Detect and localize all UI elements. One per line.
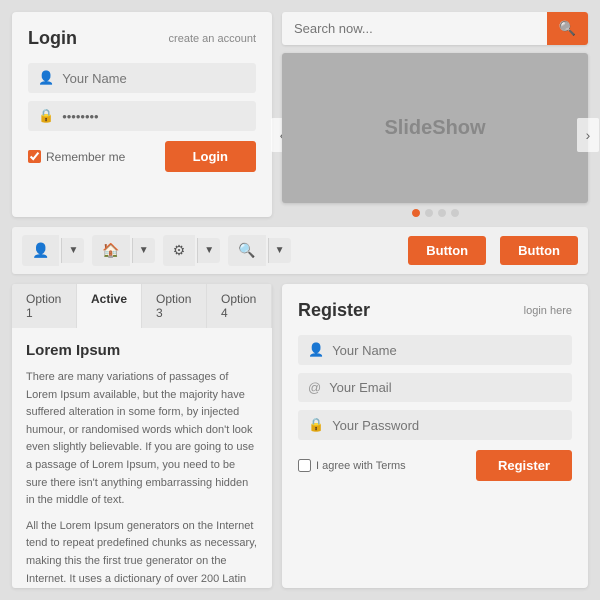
login-footer: Remember me Login [28,141,256,172]
toolbar-settings-group: ⚙ ▼ [163,235,220,266]
agree-terms-label[interactable]: I agree with Terms [298,459,406,472]
slideshow: SlideShow [282,53,588,203]
remember-me-text: Remember me [46,150,125,164]
remember-me-checkbox[interactable] [28,150,41,163]
register-button[interactable]: Register [476,450,572,481]
remember-me-label[interactable]: Remember me [28,150,125,164]
tabs: Option 1 Active Option 3 Option 4 [12,284,272,328]
toolbar-home-dropdown[interactable]: ▼ [132,238,155,263]
password-field-group: 🔒 [28,101,256,131]
register-footer: I agree with Terms Register [298,450,572,481]
register-email-group: @ [298,373,572,402]
tab-content: Lorem Ipsum There are many variations of… [12,328,272,588]
toolbar-user-dropdown[interactable]: ▼ [61,238,84,263]
username-input[interactable] [62,71,246,86]
dot-2[interactable] [425,209,433,217]
content-para-1: There are many variations of passages of… [26,369,258,510]
register-password-input[interactable] [332,418,562,433]
register-email-input[interactable] [329,380,562,395]
register-password-group: 🔒 [298,410,572,440]
search-button[interactable]: 🔍 [547,12,588,45]
create-account-link[interactable]: create an account [169,33,256,45]
agree-terms-text: I agree with Terms [316,460,406,472]
login-header: Login create an account [28,28,256,49]
slideshow-label: SlideShow [384,117,485,140]
tab-option1[interactable]: Option 1 [12,284,77,328]
tab-option3[interactable]: Option 3 [142,284,207,328]
toolbar-home-group: 🏠 ▼ [92,235,154,266]
dot-1[interactable] [412,209,420,217]
toolbar-settings-button[interactable]: ⚙ [163,235,196,266]
register-card: Register login here 👤 @ 🔒 I agree with T… [282,284,588,588]
toolbar-settings-dropdown[interactable]: ▼ [197,238,220,263]
agree-terms-checkbox[interactable] [298,459,311,472]
content-title: Lorem Ipsum [26,342,258,359]
register-user-icon: 👤 [308,342,324,358]
register-lock-icon: 🔒 [308,417,324,433]
toolbar-home-button[interactable]: 🏠 [92,235,129,266]
register-title: Register [298,300,370,321]
password-input[interactable] [62,109,246,124]
register-name-input[interactable] [332,343,562,358]
toolbar-user-button[interactable]: 👤 [22,235,59,266]
username-field-group: 👤 [28,63,256,93]
content-panel: Option 1 Active Option 3 Option 4 Lorem … [12,284,272,588]
tab-option4[interactable]: Option 4 [207,284,272,328]
lock-icon: 🔒 [38,108,54,124]
toolbar-user-group: 👤 ▼ [22,235,84,266]
login-card: Login create an account 👤 🔒 Remember me … [12,12,272,217]
toolbar-search-dropdown[interactable]: ▼ [268,238,291,263]
search-input[interactable] [282,13,547,44]
register-email-icon: @ [308,380,321,395]
user-icon: 👤 [38,70,54,86]
login-here-link[interactable]: login here [524,305,572,317]
right-top-panel: 🔍 ‹ SlideShow › [282,12,588,217]
dot-4[interactable] [451,209,459,217]
slideshow-next-button[interactable]: › [577,118,599,152]
slideshow-wrapper: ‹ SlideShow › [282,53,588,217]
dot-3[interactable] [438,209,446,217]
toolbar-search-group: 🔍 ▼ [228,235,290,266]
register-name-group: 👤 [298,335,572,365]
toolbar-button-2[interactable]: Button [500,236,578,265]
register-header: Register login here [298,300,572,321]
search-bar: 🔍 [282,12,588,45]
login-button[interactable]: Login [165,141,256,172]
content-para-2: All the Lorem Ipsum generators on the In… [26,518,258,588]
slide-dots [282,209,588,217]
tab-active[interactable]: Active [77,284,142,328]
login-title: Login [28,28,77,49]
toolbar-row: 👤 ▼ 🏠 ▼ ⚙ ▼ 🔍 ▼ Button Button [12,227,588,274]
toolbar-search-button[interactable]: 🔍 [228,235,265,266]
toolbar-button-1[interactable]: Button [408,236,486,265]
